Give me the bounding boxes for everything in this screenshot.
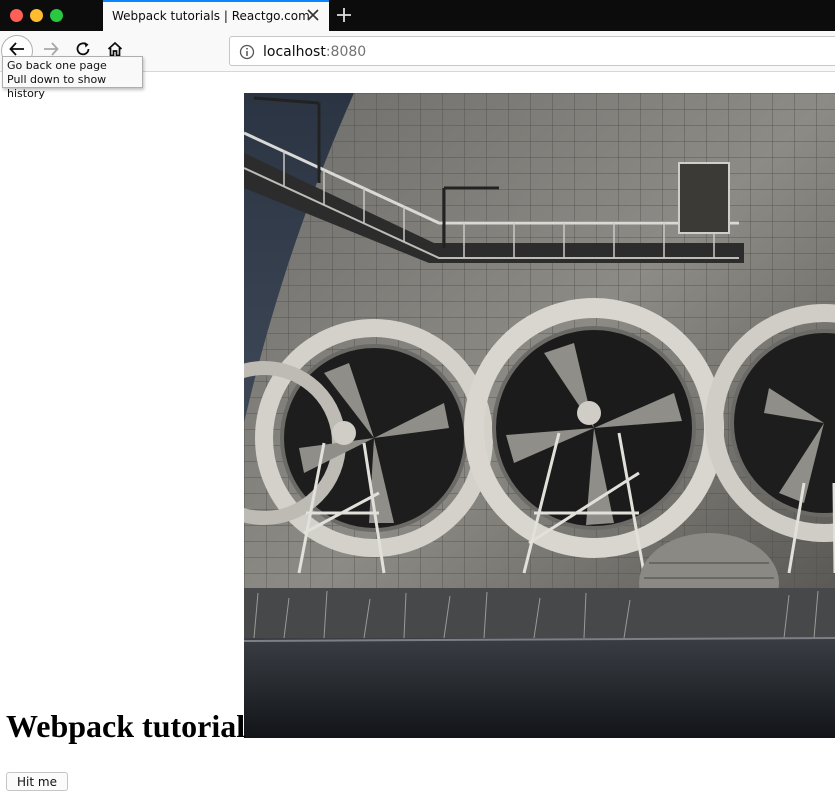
url-text[interactable]: localhost:8080 [263,44,366,60]
hero-image [244,93,835,738]
close-window-button[interactable] [10,9,23,22]
browser-tab[interactable]: Webpack tutorials | Reactgo.com [103,0,329,31]
url-port: :8080 [325,44,367,60]
maximize-window-button[interactable] [50,9,63,22]
tab-strip: Webpack tutorials | Reactgo.com [0,0,835,31]
close-icon[interactable] [306,8,320,22]
tab-title: Webpack tutorials | Reactgo.com [112,9,310,23]
info-icon[interactable] [239,44,255,60]
url-host: localhost [263,44,326,60]
tooltip-line-2: Pull down to show history [7,73,107,100]
address-bar[interactable]: localhost:8080 [229,36,835,66]
back-button-tooltip: Go back one page Pull down to show histo… [2,56,143,100]
minimize-window-button[interactable] [30,9,43,22]
hit-me-button[interactable]: Hit me [6,772,68,791]
plus-icon[interactable] [334,5,354,25]
tooltip-line-1: Go back one page [7,59,107,72]
page-title: Webpack tutorial [6,708,246,744]
